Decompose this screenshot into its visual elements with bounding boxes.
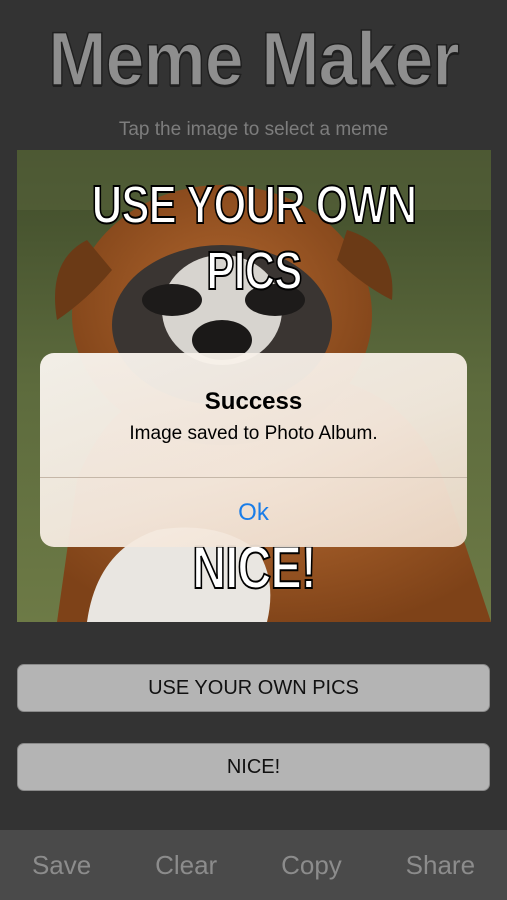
app-title: Meme Maker [48,16,461,103]
bottom-text-field[interactable]: NICE! [17,743,490,791]
select-meme-hint: Tap the image to select a meme [118,119,389,140]
alert-message: Image saved to Photo Album. [129,423,378,444]
meme-top-text: USE YOUR OWN PICS [91,174,418,302]
alert-ok-button[interactable]: Ok [40,478,467,547]
alert-title: Success [204,388,303,415]
clear-button[interactable]: Clear [145,850,227,881]
share-button[interactable]: Share [396,850,485,881]
top-text-field[interactable]: USE YOUR OWN PICS [17,664,490,712]
save-button[interactable]: Save [22,850,101,881]
bottom-toolbar: Save Clear Copy Share [0,830,507,900]
copy-button[interactable]: Copy [271,850,352,881]
meme-maker-screen: Meme Maker Tap the image to select a mem… [0,0,507,900]
success-alert: Success Image saved to Photo Album. Ok [40,353,467,547]
